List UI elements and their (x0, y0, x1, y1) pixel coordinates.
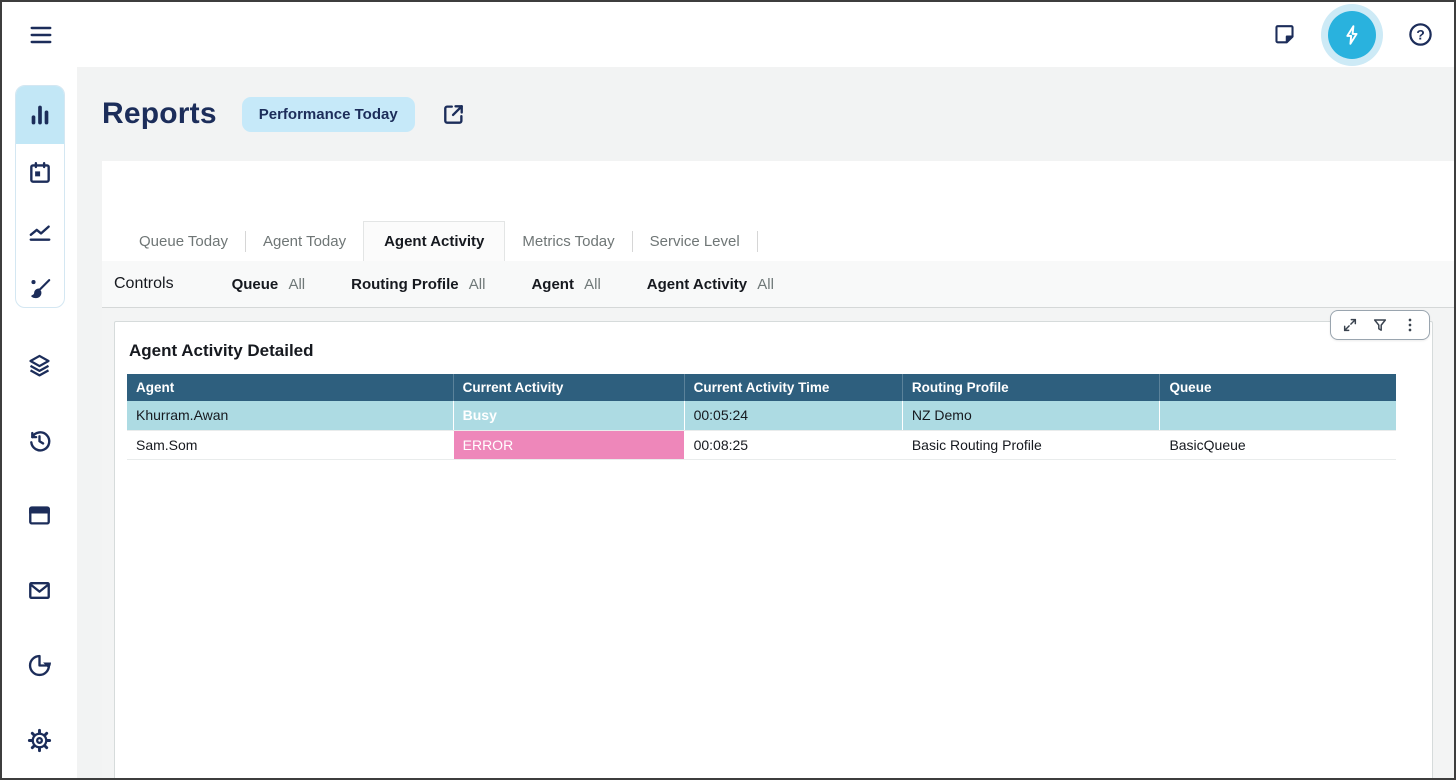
svg-text:?: ? (1416, 26, 1425, 42)
sidebar-item-messages[interactable] (15, 553, 65, 628)
agent-cell: Sam.Som (127, 430, 453, 459)
sidebar-item-schedule[interactable] (16, 144, 64, 202)
envelope-icon (26, 577, 53, 604)
open-external-button[interactable] (440, 101, 467, 128)
paint-brush-icon (27, 276, 53, 302)
left-navigation-rail (2, 67, 77, 778)
report-name-badge: Performance Today (242, 97, 415, 132)
reports-nav-group (15, 85, 65, 308)
controls-label: Controls (114, 275, 174, 293)
lightning-bolt-icon (1340, 23, 1364, 47)
current-activity-cell: Busy (453, 401, 684, 430)
column-header-agent[interactable]: Agent (127, 374, 453, 401)
current-activity-time-cell: 00:08:25 (684, 430, 902, 459)
sidebar-item-reports[interactable] (16, 86, 64, 144)
filter-agent-value: All (584, 276, 601, 293)
filter-agent-name: Agent (531, 276, 574, 293)
tab-queue-today[interactable]: Queue Today (122, 221, 245, 261)
column-header-current-activity-time[interactable]: Current Activity Time (684, 374, 902, 401)
gear-icon (26, 727, 53, 754)
routing-profile-cell: Basic Routing Profile (902, 430, 1160, 459)
layers-icon (26, 352, 53, 379)
card-toolbar (1330, 310, 1430, 340)
filter-queue[interactable]: Queue All (232, 276, 306, 293)
expand-button[interactable] (1342, 317, 1358, 333)
sidebar-item-analytics[interactable] (15, 628, 65, 703)
table-row[interactable]: Sam.Som ERROR 00:08:25 Basic Routing Pro… (127, 430, 1396, 459)
sidebar-item-settings[interactable] (15, 703, 65, 778)
question-circle-icon: ? (1407, 21, 1434, 48)
tab-agent-today[interactable]: Agent Today (246, 221, 363, 261)
page-header: Reports Performance Today (77, 67, 1454, 161)
card-title: Agent Activity Detailed (129, 341, 1396, 361)
filter-agent-activity-value: All (757, 276, 774, 293)
sidebar-item-layers[interactable] (15, 328, 65, 403)
agent-activity-card: Agent Activity Detailed Agent Current Ac… (114, 321, 1433, 778)
body: Reports Performance Today Queue Today (2, 67, 1454, 778)
sidebar-item-history[interactable] (15, 403, 65, 478)
help-button[interactable]: ? (1407, 21, 1434, 48)
report-panel: Queue Today Agent Today Agent Activity M… (102, 161, 1454, 778)
tab-metrics-today[interactable]: Metrics Today (505, 221, 631, 261)
panel-spacer (102, 161, 1454, 221)
table-header-row: Agent Current Activity Current Activity … (127, 374, 1396, 401)
line-chart-icon (27, 218, 53, 244)
table-row[interactable]: Khurram.Awan Busy 00:05:24 NZ Demo (127, 401, 1396, 430)
page-title: Reports (102, 97, 217, 131)
filter-queue-value: All (288, 276, 305, 293)
funnel-icon (1372, 317, 1388, 333)
more-options-button[interactable] (1402, 317, 1418, 333)
filter-button[interactable] (1372, 317, 1388, 333)
filter-routing-profile-value: All (469, 276, 486, 293)
filter-agent-activity-name: Agent Activity (647, 276, 747, 293)
topbar-actions: ? (1272, 4, 1434, 66)
sidebar-item-pages[interactable] (15, 478, 65, 553)
filter-agent[interactable]: Agent All (531, 276, 600, 293)
clock-history-icon (26, 427, 53, 454)
sidebar-item-metrics[interactable] (16, 202, 64, 260)
routing-profile-cell: NZ Demo (902, 401, 1160, 430)
top-bar: ? (2, 2, 1454, 67)
queue-cell: BasicQueue (1160, 430, 1396, 459)
boost-button-halo (1321, 4, 1383, 66)
external-link-icon (440, 101, 467, 128)
content-area: Agent Activity Detailed Agent Current Ac… (102, 308, 1454, 778)
calendar-icon (27, 160, 53, 186)
secondary-nav-list (15, 328, 65, 778)
agent-cell: Khurram.Awan (127, 401, 453, 430)
controls-bar: Controls Queue All Routing Profile All A… (102, 261, 1454, 308)
column-header-routing-profile[interactable]: Routing Profile (902, 374, 1160, 401)
tab-agent-activity[interactable]: Agent Activity (363, 221, 505, 261)
current-activity-time-cell: 00:05:24 (684, 401, 902, 430)
tab-divider (757, 231, 758, 252)
bar-chart-icon (27, 102, 53, 128)
column-header-current-activity[interactable]: Current Activity (453, 374, 684, 401)
vertical-ellipsis-icon (1402, 317, 1418, 333)
boost-button[interactable] (1328, 11, 1376, 59)
browser-window-icon (26, 502, 53, 529)
pie-chart-icon (26, 652, 53, 679)
tab-service-level[interactable]: Service Level (633, 221, 757, 261)
menu-button[interactable] (28, 22, 54, 48)
note-icon (1272, 22, 1297, 47)
hamburger-icon (28, 22, 54, 48)
filter-routing-profile-name: Routing Profile (351, 276, 459, 293)
notes-button[interactable] (1272, 22, 1297, 47)
filter-queue-name: Queue (232, 276, 279, 293)
filter-routing-profile[interactable]: Routing Profile All (351, 276, 485, 293)
main-area: Reports Performance Today Queue Today (77, 67, 1454, 778)
report-tabs: Queue Today Agent Today Agent Activity M… (102, 221, 1454, 261)
app-window: ? (0, 0, 1456, 780)
column-header-queue[interactable]: Queue (1160, 374, 1396, 401)
current-activity-cell: ERROR (453, 430, 684, 459)
queue-cell (1160, 401, 1396, 430)
agent-activity-table: Agent Current Activity Current Activity … (127, 374, 1396, 460)
diagonal-arrows-icon (1342, 317, 1358, 333)
sidebar-item-customize[interactable] (16, 260, 64, 308)
filter-agent-activity[interactable]: Agent Activity All (647, 276, 774, 293)
